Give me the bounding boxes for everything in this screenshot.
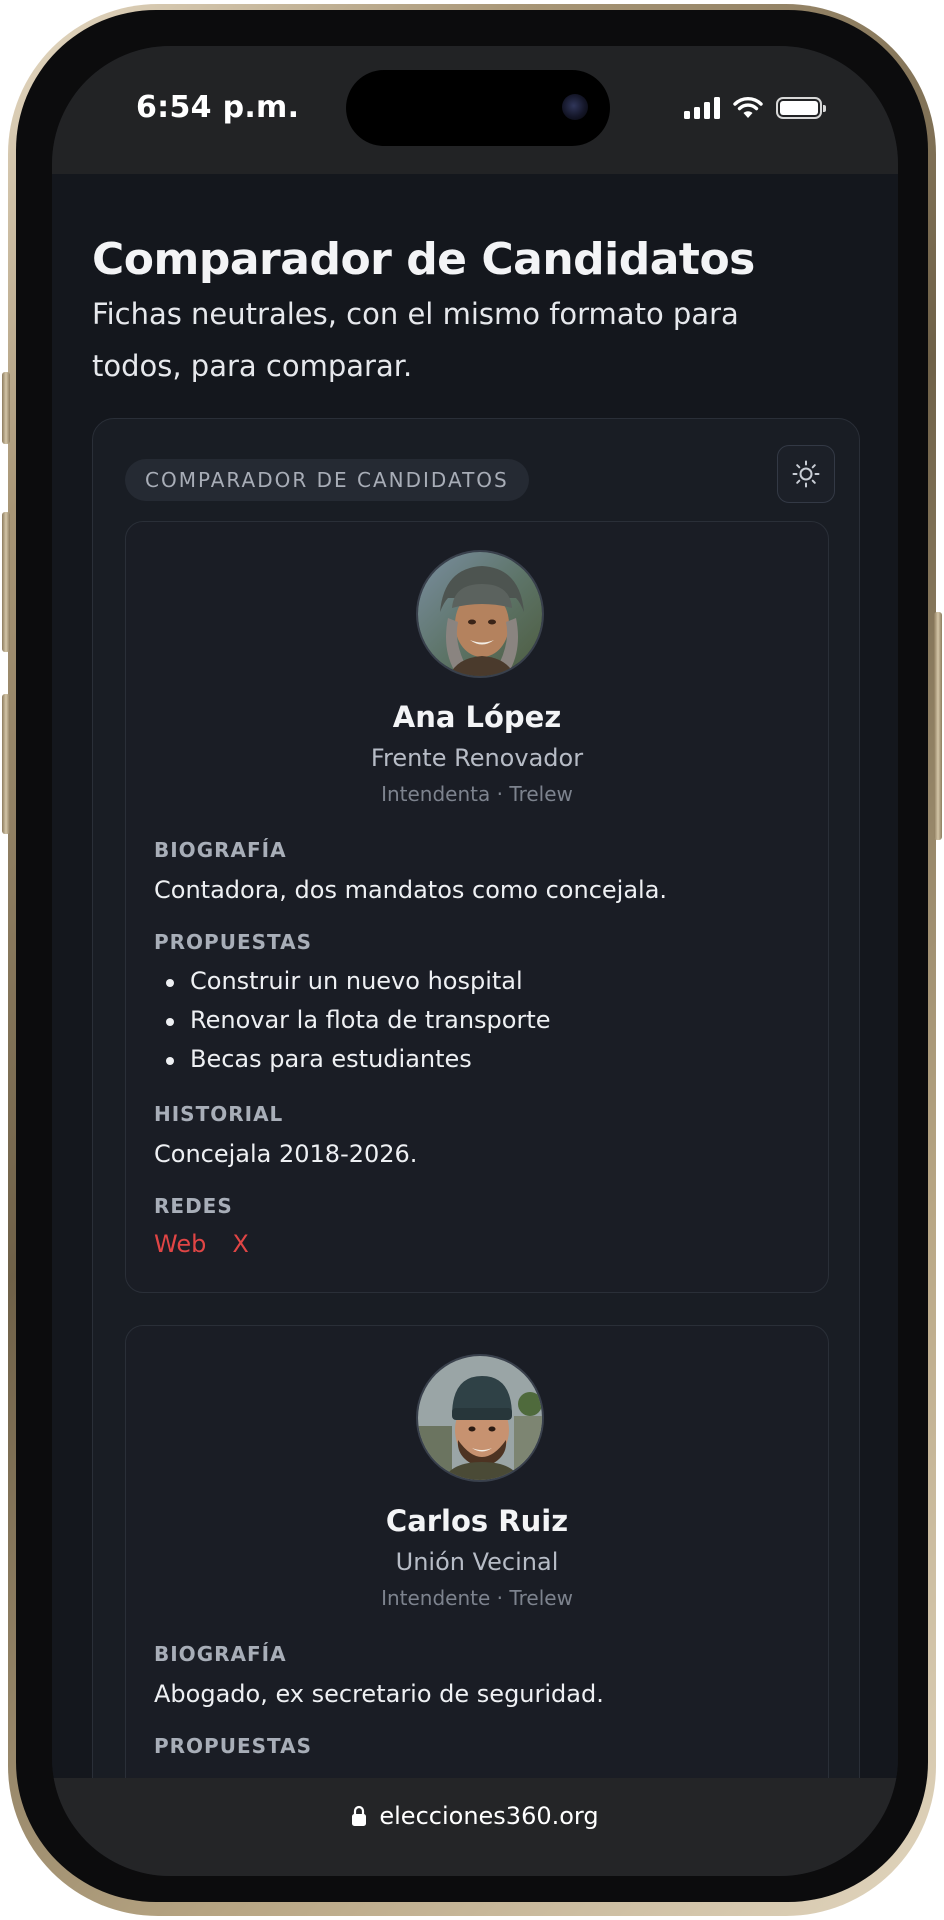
wifi-icon [733, 97, 763, 118]
candidate-name: Carlos Ruiz [385, 1504, 569, 1538]
theme-toggle-button[interactable] [777, 445, 835, 503]
proposal-item: Construir un nuevo hospital [154, 962, 551, 1001]
sun-icon [792, 460, 820, 488]
avatar [416, 550, 544, 678]
bio-label: BIOGRAFÍA [154, 1642, 287, 1666]
proposals-label: PROPUESTAS [154, 1734, 312, 1758]
comparator-tag: COMPARADOR DE CANDIDATOS [125, 459, 529, 501]
website-link[interactable]: Web [154, 1230, 206, 1258]
networks-label: REDES [154, 1194, 233, 1218]
status-time: 6:54 p.m. [136, 90, 300, 125]
candidate-role: Intendente · Trelew [381, 1586, 573, 1610]
camera-icon [562, 94, 588, 120]
phone-screen: 6:54 p.m. Comparador de Candidatos Ficha… [52, 46, 898, 1876]
page-content[interactable]: Comparador de Candidatos Fichas neutrale… [52, 174, 898, 1778]
candidate-party: Frente Renovador [370, 744, 584, 772]
x-link[interactable]: X [232, 1230, 248, 1258]
comparator-card: COMPARADOR DE CANDIDATOS Ana López Frent… [92, 418, 860, 1778]
avatar [416, 1354, 544, 1482]
history-label: HISTORIAL [154, 1102, 284, 1126]
candidate-role: Intendenta · Trelew [381, 782, 573, 806]
url-field[interactable]: elecciones360.org [351, 1800, 599, 1832]
candidate-card: Ana López Frente Renovador Intendenta · … [125, 521, 829, 1293]
bio-text: Abogado, ex secretario de seguridad. [154, 1680, 604, 1708]
volume-down-button [2, 694, 10, 834]
networks-links: Web X [154, 1230, 249, 1258]
candidate-name: Ana López [392, 700, 562, 734]
url-text: elecciones360.org [379, 1802, 599, 1830]
candidate-card: Carlos Ruiz Unión Vecinal Intendente · T… [125, 1325, 829, 1778]
proposal-item: Renovar la flota de transporte [154, 1001, 551, 1040]
status-bar: 6:54 p.m. [52, 46, 898, 174]
dynamic-island [346, 70, 610, 146]
cellular-signal-icon [684, 97, 720, 119]
page-title: Comparador de Candidatos [92, 234, 755, 285]
bio-label: BIOGRAFÍA [154, 838, 287, 862]
proposals-label: PROPUESTAS [154, 930, 312, 954]
bio-text: Contadora, dos mandatos como concejala. [154, 876, 668, 904]
action-button [2, 372, 10, 444]
proposals-list: Construir un nuevo hospital Renovar la f… [154, 962, 551, 1079]
candidate-party: Unión Vecinal [395, 1548, 559, 1576]
proposal-item: Becas para estudiantes [154, 1040, 551, 1079]
status-icons [684, 96, 826, 120]
battery-icon [776, 97, 826, 119]
browser-url-bar[interactable]: elecciones360.org [52, 1778, 898, 1876]
volume-up-button [2, 512, 10, 652]
page-subtitle: Fichas neutrales, con el mismo formato p… [92, 297, 739, 383]
history-text: Concejala 2018-2026. [154, 1140, 418, 1168]
power-button [934, 612, 942, 840]
lock-icon [352, 1805, 367, 1826]
